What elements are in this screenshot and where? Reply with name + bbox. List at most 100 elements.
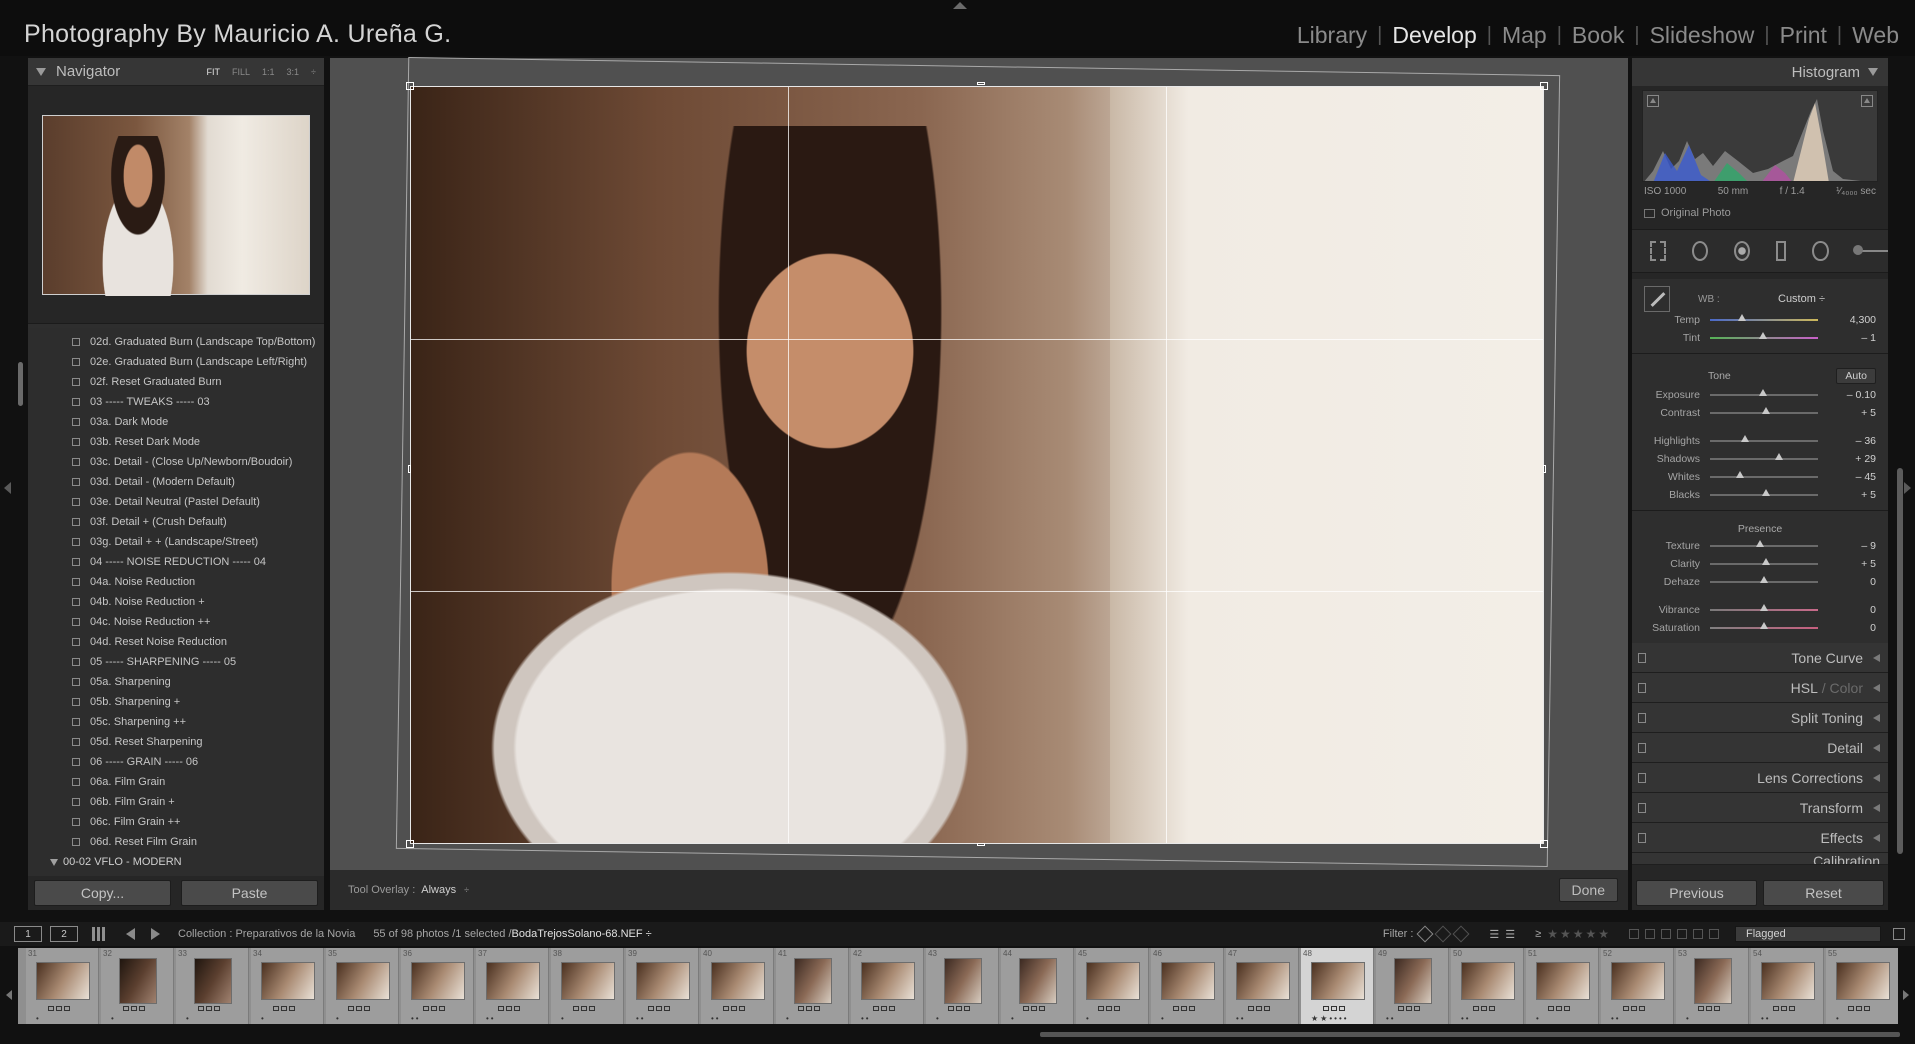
collapse-triangle-icon[interactable] (36, 67, 46, 76)
texture-value[interactable]: – 9 (1836, 540, 1876, 552)
thumbnail-badge-icon[interactable] (1639, 1006, 1645, 1011)
thumbnail-badge-icon[interactable] (1189, 1006, 1195, 1011)
thumbnail-badge-icon[interactable] (514, 1006, 520, 1011)
preset-item[interactable]: 04 ----- NOISE REDUCTION ----- 04 (28, 552, 324, 572)
panel-switch[interactable] (1638, 802, 1646, 813)
rejected-filter-icon[interactable] (1452, 925, 1470, 943)
panel-calibration[interactable]: Calibration (1632, 853, 1888, 865)
thumbnail-badge-icon[interactable] (273, 1006, 279, 1011)
preset-item[interactable]: 06c. Film Grain ++ (28, 812, 324, 832)
expand-triangle-icon[interactable] (1873, 803, 1880, 812)
thumbnail-badge-icon[interactable] (1564, 1006, 1570, 1011)
thumbnail-badge-icon[interactable] (1706, 1006, 1712, 1011)
vibrance-slider-handle[interactable] (1760, 604, 1768, 611)
thumbnail-badge-icon[interactable] (498, 1006, 504, 1011)
preset-item[interactable]: 05d. Reset Sharpening (28, 732, 324, 752)
thumbnail-badge-icon[interactable] (206, 1006, 212, 1011)
shadows-slider-handle[interactable] (1775, 453, 1784, 460)
preset-item[interactable]: 06b. Film Grain + (28, 792, 324, 812)
texture-slider-handle[interactable] (1755, 540, 1764, 547)
saturation-value[interactable]: 0 (1836, 622, 1876, 634)
histogram-header[interactable]: Histogram (1632, 58, 1888, 86)
thumbnail-badge-icon[interactable] (423, 1006, 429, 1011)
thumbnail-badge-icon[interactable] (139, 1006, 145, 1011)
rating-operator[interactable]: ≥ (1535, 928, 1541, 940)
thumbnail-badge-icon[interactable] (1864, 1006, 1870, 1011)
crop-tool-icon[interactable] (1650, 241, 1667, 261)
filmstrip-thumbnail[interactable]: 47 •• (1226, 948, 1299, 1024)
temp-value[interactable]: 4,300 (1836, 314, 1876, 326)
thumbnail-badge-icon[interactable] (723, 1006, 729, 1011)
thumbnail-badge-icon[interactable] (1473, 1006, 1479, 1011)
thumbnail-badge-icon[interactable] (873, 1006, 879, 1011)
thumbnail-badge-icon[interactable] (1256, 1006, 1262, 1011)
crop-overlay[interactable] (406, 82, 1548, 848)
thumbnail-badge-icon[interactable] (214, 1006, 220, 1011)
thumbnail-badge-icon[interactable] (589, 1006, 595, 1011)
thumbnail-badge-icon[interactable] (1398, 1006, 1404, 1011)
filmstrip-thumbnail[interactable]: 52 •• (1601, 948, 1674, 1024)
color-label-filter[interactable] (1693, 929, 1703, 939)
expand-triangle-icon[interactable] (1873, 743, 1880, 752)
done-button[interactable]: Done (1558, 878, 1618, 902)
zoom-menu-icon[interactable]: ÷ (311, 67, 316, 77)
thumbnail-badge-icon[interactable] (889, 1006, 895, 1011)
panel-title-color[interactable]: Color (1830, 680, 1863, 696)
thumbnail-badge-icon[interactable] (1031, 1006, 1037, 1011)
filmstrip-scrollbar[interactable] (1040, 1032, 1900, 1037)
auto-tone-button[interactable]: Auto (1836, 368, 1876, 384)
thumbnail-badge-icon[interactable] (1323, 1006, 1329, 1011)
crop-handle-bottom[interactable] (977, 843, 985, 846)
preset-item[interactable]: 04d. Reset Noise Reduction (28, 632, 324, 652)
collapse-top-panel-arrow-icon[interactable] (953, 2, 967, 9)
tool-overlay-menu-icon[interactable]: ÷ (464, 885, 469, 895)
collapse-right-panel-arrow-icon[interactable] (1904, 482, 1911, 494)
thumbnail-badge-icon[interactable] (1181, 1006, 1187, 1011)
thumbnail-badge-icon[interactable] (439, 1006, 445, 1011)
thumbnail-badge-icon[interactable] (1856, 1006, 1862, 1011)
main-window-button[interactable]: 1 (14, 926, 42, 942)
thumbnail-badge-icon[interactable] (281, 1006, 287, 1011)
filmstrip-thumbnail[interactable]: 43 • (926, 948, 999, 1024)
shadow-clipping-icon[interactable] (1647, 95, 1659, 107)
preset-item[interactable]: 03e. Detail Neutral (Pastel Default) (28, 492, 324, 512)
thumbnail-badge-icon[interactable] (948, 1006, 954, 1011)
whites-slider[interactable] (1710, 471, 1818, 478)
filmstrip-thumbnail[interactable]: 34 • (251, 948, 324, 1024)
panel-switch[interactable] (1638, 682, 1646, 693)
thumbnail-badge-icon[interactable] (798, 1006, 804, 1011)
crop-handle-left[interactable] (408, 465, 411, 473)
thumbnail-badge-icon[interactable] (1781, 1006, 1787, 1011)
shadows-slider[interactable] (1710, 453, 1818, 460)
preset-item[interactable]: 03c. Detail - (Close Up/Newborn/Boudoir) (28, 452, 324, 472)
preset-item[interactable]: 03b. Reset Dark Mode (28, 432, 324, 452)
thumbnail-badge-icon[interactable] (956, 1006, 962, 1011)
preset-item[interactable]: 05b. Sharpening + (28, 692, 324, 712)
thumbnail-badge-icon[interactable] (506, 1006, 512, 1011)
module-book[interactable]: Book (1562, 22, 1634, 49)
preset-item[interactable]: 06d. Reset Film Grain (28, 832, 324, 852)
blacks-value[interactable]: + 5 (1836, 489, 1876, 501)
thumbnail-badge-icon[interactable] (1098, 1006, 1104, 1011)
filmstrip-thumbnail[interactable]: 32 • (101, 948, 174, 1024)
filmstrip-thumbnail[interactable]: 51 • (1526, 948, 1599, 1024)
filmstrip-thumbnail[interactable]: 46 • (1151, 948, 1224, 1024)
thumbnail-badge-icon[interactable] (1623, 1006, 1629, 1011)
thumbnail-badge-icon[interactable] (1414, 1006, 1420, 1011)
exposure-slider-handle[interactable] (1758, 389, 1767, 396)
thumbnail-badge-icon[interactable] (123, 1006, 129, 1011)
exposure-value[interactable]: – 0.10 (1836, 389, 1876, 401)
preset-item[interactable]: 04a. Noise Reduction (28, 572, 324, 592)
vibrance-value[interactable]: 0 (1836, 604, 1876, 616)
navigator-preview[interactable] (28, 86, 324, 324)
filmstrip-thumbnail[interactable]: 31 • (26, 948, 99, 1024)
original-photo-toggle[interactable]: Original Photo (1632, 197, 1888, 219)
preset-item[interactable]: 02e. Graduated Burn (Landscape Left/Righ… (28, 352, 324, 372)
expand-triangle-icon[interactable] (1873, 773, 1880, 782)
highlight-clipping-icon[interactable] (1861, 95, 1873, 107)
secondary-window-button[interactable]: 2 (50, 926, 78, 942)
expand-triangle-icon[interactable] (1873, 653, 1880, 662)
preset-item[interactable]: 03g. Detail + + (Landscape/Street) (28, 532, 324, 552)
blacks-slider-handle[interactable] (1762, 489, 1771, 496)
filmstrip-thumbnail[interactable]: 55 • (1826, 948, 1898, 1024)
